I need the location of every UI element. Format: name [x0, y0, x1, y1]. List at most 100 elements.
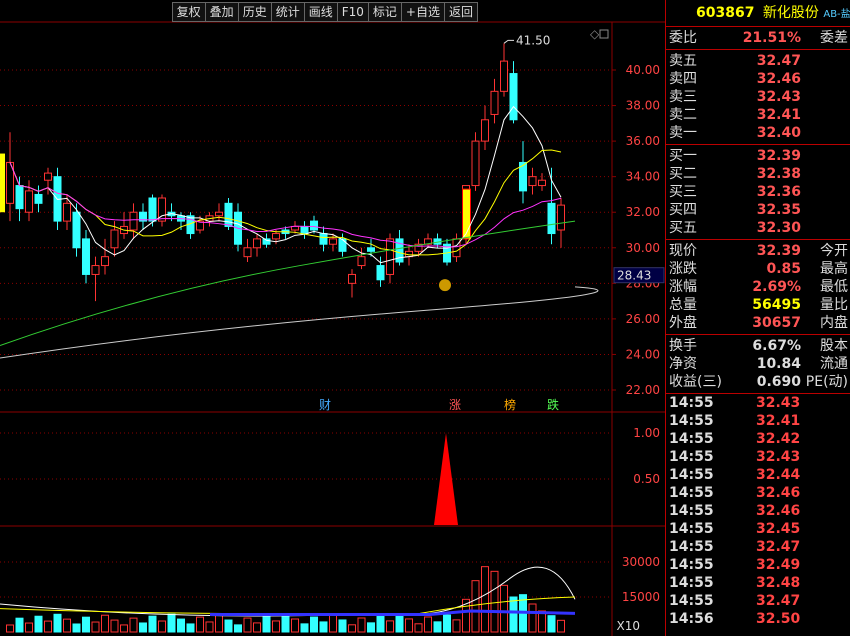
candle-body [357, 256, 366, 267]
tick-row[interactable]: 14:55 32.46 [666, 484, 850, 502]
volume-axis-label: 15000 [622, 590, 660, 604]
volume-bar [348, 624, 356, 633]
price-axis-label: 32.00 [626, 205, 660, 219]
tick-row[interactable]: 14:55 32.47 [666, 538, 850, 556]
candle-body [262, 238, 271, 245]
tick-row[interactable]: 14:55 32.47 [666, 592, 850, 610]
volume-bar [34, 615, 43, 633]
volume-bar [386, 620, 394, 633]
ask-row-value: 32.46 [756, 71, 801, 87]
toolbar-button-7[interactable]: +自选 [400, 2, 445, 22]
candle-body [490, 90, 499, 115]
toolbar-button-4[interactable]: 画线 [303, 2, 338, 22]
quote-row-label: 外盘 [669, 315, 697, 331]
candle-body [557, 204, 565, 231]
volume-bar [414, 623, 423, 633]
tick-row[interactable]: 14:55 32.49 [666, 556, 850, 574]
toolbar-button-3[interactable]: 统计 [270, 2, 305, 22]
candle-body [348, 273, 356, 284]
ask-row-label: 卖五 [669, 53, 697, 69]
price-axis-label: 34.00 [626, 170, 660, 184]
volume-bar [196, 616, 204, 633]
volume-bar [224, 619, 233, 633]
volume-bar [72, 623, 81, 633]
bid-row: 买四 32.35 [666, 201, 850, 219]
candle-body [15, 185, 24, 210]
tick-time: 14:55 [669, 521, 714, 537]
volume-bar [471, 580, 480, 633]
quote-row-value: 56495 [752, 297, 801, 313]
ask-row: 卖一 32.40 [666, 124, 850, 142]
volume-bar [82, 616, 90, 633]
quote-row-label2: 今开 [820, 243, 848, 259]
tick-price: 32.47 [756, 593, 801, 609]
tick-row[interactable]: 14:55 32.42 [666, 430, 850, 448]
event-marker: 榜 [504, 397, 516, 412]
candle-body [376, 265, 385, 281]
tick-row[interactable]: 14:55 32.46 [666, 502, 850, 520]
money-bag-icon [439, 279, 451, 292]
candle-body [338, 238, 347, 252]
tick-time: 14:55 [669, 449, 714, 465]
candle-body [310, 220, 318, 231]
event-marker: 财 [319, 398, 331, 412]
candle-body [538, 179, 546, 187]
toolbar-button-1[interactable]: 叠加 [204, 2, 239, 22]
tick-row[interactable]: 14:55 32.45 [666, 520, 850, 538]
kline-chart[interactable]: 40.0038.0036.0034.0032.0030.0028.0026.00… [0, 0, 665, 636]
candle-body [500, 60, 508, 92]
volume-bar [281, 613, 290, 633]
volume-bar [490, 570, 499, 633]
toolbar-button-6[interactable]: 标记 [367, 2, 402, 22]
quote-row-label2: 量比 [820, 297, 848, 313]
volume-bar [405, 618, 413, 633]
weibi-value: 21.51% [742, 30, 801, 46]
tick-row[interactable]: 14:55 32.48 [666, 574, 850, 592]
toolbar-button-8[interactable]: 返回 [443, 2, 478, 22]
quote-row: 涨幅 2.69% 最低 [666, 278, 850, 296]
toolbar-button-2[interactable]: 历史 [237, 2, 272, 22]
volume-bar [319, 621, 328, 633]
tick-price: 32.48 [756, 575, 801, 591]
volume-bar [329, 614, 337, 633]
tick-time: 14:55 [669, 503, 714, 519]
tick-row[interactable]: 14:55 32.43 [666, 394, 850, 412]
tick-row[interactable]: 14:55 32.43 [666, 448, 850, 466]
chart-toolbar: 复权 叠加 历史 统计 画线 F10 标记 +自选 返回 [171, 2, 478, 22]
ask-row: 卖三 32.43 [666, 88, 850, 106]
tick-list[interactable]: 14:55 32.43 14:55 32.41 14:55 32.42 14:55 32.43… [666, 394, 850, 628]
indicator-axis-label: 0.50 [633, 472, 660, 486]
candle-body [272, 233, 280, 240]
volume-bar [509, 596, 518, 633]
tick-price: 32.49 [756, 557, 801, 573]
quote-row-label: 涨幅 [669, 279, 697, 295]
candle-body [91, 265, 100, 275]
volume-bar [243, 617, 252, 633]
tick-price: 32.43 [756, 395, 801, 411]
tick-time: 14:55 [669, 431, 714, 447]
ask-row-value: 32.47 [756, 53, 801, 69]
tick-row[interactable]: 14:55 32.41 [666, 412, 850, 430]
toolbar-button-0[interactable]: 复权 [171, 2, 206, 22]
volume-bar [433, 621, 442, 633]
bid-row-value: 32.38 [756, 166, 801, 182]
toolbar-button-5[interactable]: F10 [336, 2, 369, 22]
bid-row-value: 32.36 [756, 184, 801, 200]
stock-sector: AB-盐湖 [823, 9, 850, 20]
bid-row-value: 32.39 [756, 148, 801, 164]
tick-row[interactable]: 14:56 32.50 [666, 610, 850, 628]
volume-bar [500, 584, 508, 633]
volume-bar [338, 619, 347, 633]
volume-bar [63, 618, 71, 633]
kline-chart-area[interactable]: 40.00 38.00 36.00 34.00 32.00 30.00 28.00 26.00… [0, 0, 665, 636]
ask-row-label: 卖二 [669, 107, 697, 123]
volume-bar [120, 624, 128, 633]
fund-row: 换手 6.67% 股本 [666, 337, 850, 355]
ask-row: 卖二 32.41 [666, 106, 850, 124]
tick-row[interactable]: 14:55 32.44 [666, 466, 850, 484]
quote-stats: 现价 32.39 今开 涨跌 0.85 最高 涨幅 2.69% 最低 总量 56495 量比 外盘 306… [666, 240, 850, 335]
volume-bar [215, 614, 223, 633]
tick-time: 14:55 [669, 485, 714, 501]
volume-bar [253, 622, 261, 633]
quote-row: 总量 56495 量比 [666, 296, 850, 314]
